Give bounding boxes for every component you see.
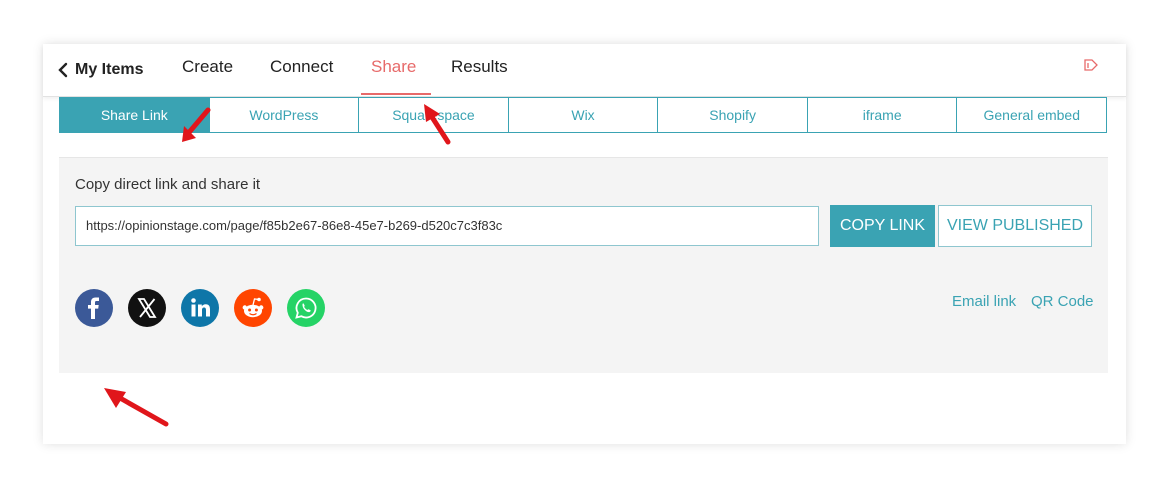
back-label: My Items <box>75 61 144 78</box>
tab-wordpress[interactable]: WordPress <box>208 98 359 132</box>
reddit-share-button[interactable] <box>234 289 272 327</box>
facebook-share-button[interactable] <box>75 289 113 327</box>
tab-general-embed[interactable]: General embed <box>956 98 1107 132</box>
top-navigation: My Items Create Connect Share Results <box>43 44 1126 97</box>
annotation-arrow-share-link-icon <box>182 107 211 142</box>
panel-title: Copy direct link and share it <box>75 176 261 193</box>
x-share-button[interactable] <box>128 289 166 327</box>
whatsapp-icon <box>295 297 317 319</box>
qr-code-link[interactable]: QR Code <box>1031 293 1094 310</box>
share-url-field[interactable]: https://opinionstage.com/page/f85b2e67-8… <box>75 206 819 246</box>
opinion-stage-logo-icon <box>1084 59 1098 71</box>
linkedin-share-button[interactable] <box>181 289 219 327</box>
view-published-button[interactable]: VIEW PUBLISHED <box>938 205 1092 247</box>
embed-tabs: Share Link WordPress Squarespace Wix Sho… <box>59 97 1107 133</box>
facebook-icon <box>88 297 99 319</box>
reddit-icon <box>242 297 264 318</box>
tab-shopify[interactable]: Shopify <box>657 98 807 132</box>
whatsapp-share-button[interactable] <box>287 289 325 327</box>
tab-wix[interactable]: Wix <box>507 98 658 132</box>
tab-iframe[interactable]: iframe <box>806 98 957 132</box>
nav-results[interactable]: Results <box>451 56 508 84</box>
chevron-left-icon <box>58 62 68 78</box>
x-icon <box>137 298 157 318</box>
active-nav-underline <box>361 93 431 95</box>
nav-connect[interactable]: Connect <box>270 56 333 84</box>
back-to-my-items[interactable]: My Items <box>57 56 143 84</box>
copy-link-button[interactable]: COPY LINK <box>830 205 935 247</box>
nav-share[interactable]: Share <box>371 56 416 84</box>
nav-create[interactable]: Create <box>182 56 233 84</box>
share-link-panel: Copy direct link and share it https://op… <box>59 157 1108 373</box>
annotation-arrow-facebook-icon <box>104 388 169 427</box>
email-link[interactable]: Email link <box>952 293 1016 310</box>
annotation-arrow-share-tab-icon <box>424 104 451 145</box>
linkedin-icon <box>191 298 210 317</box>
